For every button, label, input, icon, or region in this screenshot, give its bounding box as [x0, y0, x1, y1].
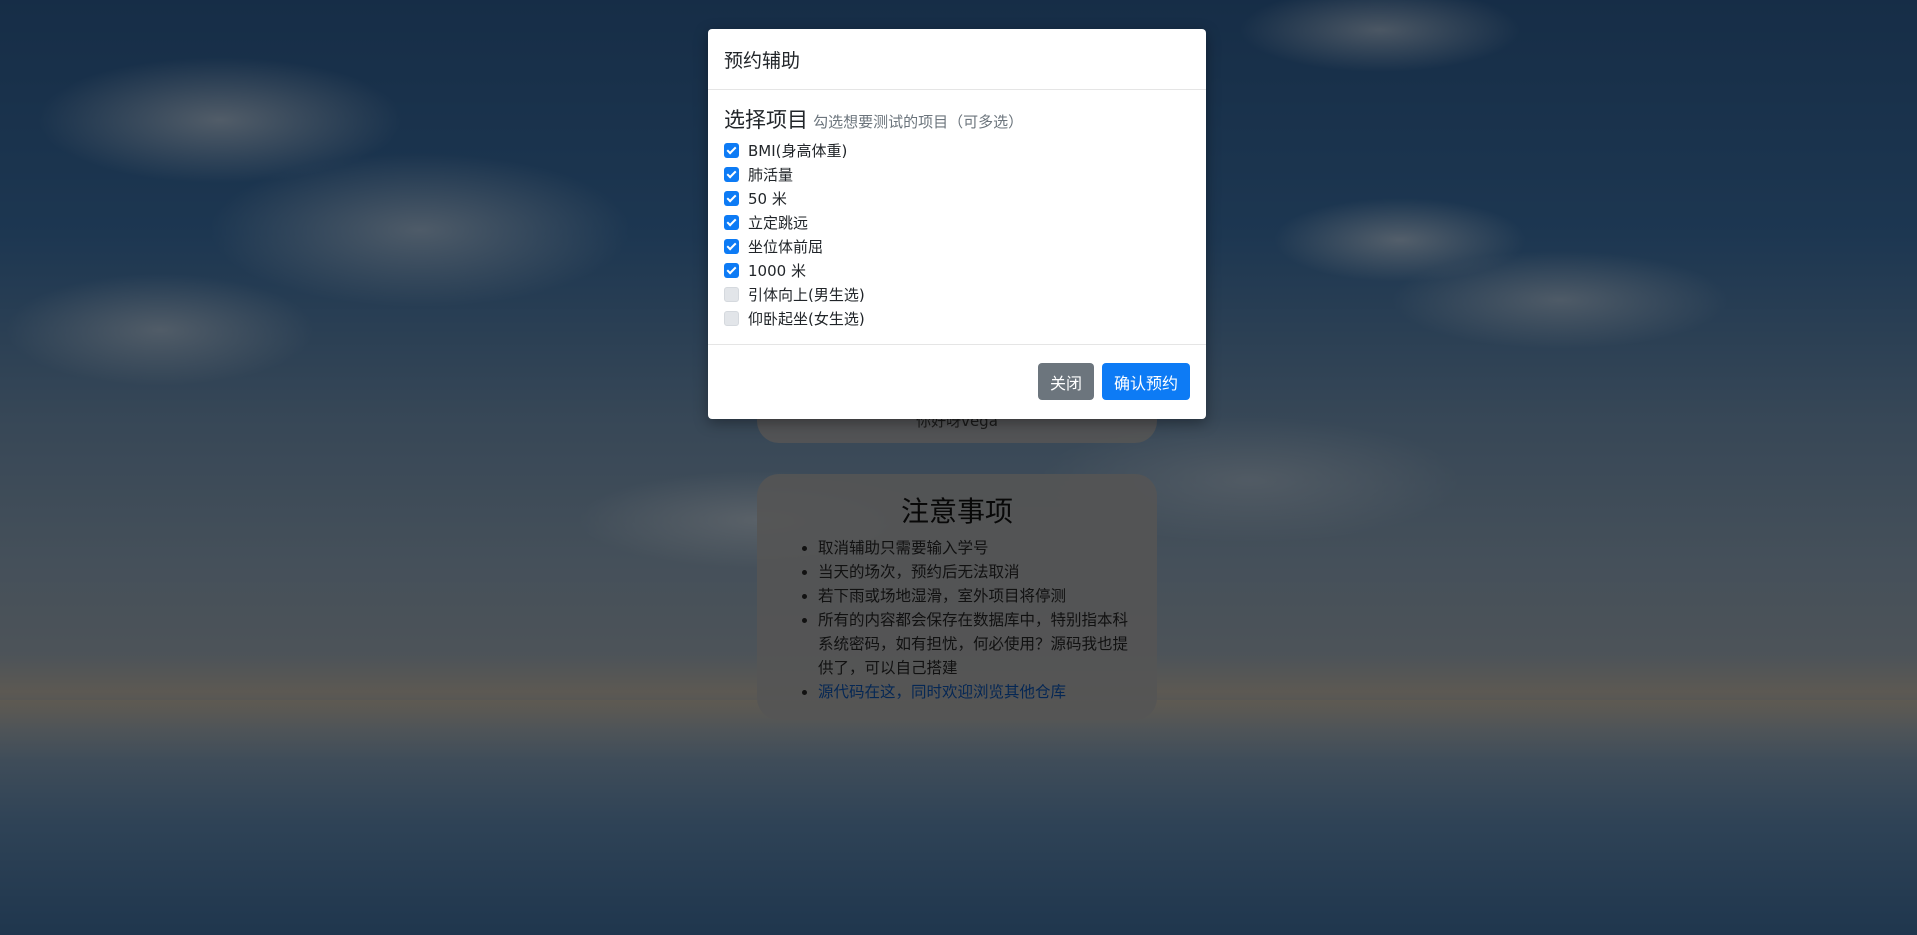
- option-label: BMI(身高体重): [748, 141, 848, 160]
- section-hint: 勾选想要测试的项目（可多选）: [813, 113, 1024, 131]
- option-checkbox-row[interactable]: 1000 米: [724, 258, 1190, 282]
- option-label: 坐位体前屈: [748, 237, 824, 256]
- option-checkbox-row[interactable]: BMI(身高体重): [724, 138, 1190, 162]
- option-label: 1000 米: [748, 261, 806, 280]
- checked-checkbox-icon[interactable]: [724, 214, 739, 230]
- option-checkbox-row[interactable]: 坐位体前屈: [724, 234, 1190, 258]
- option-label: 仰卧起坐(女生选): [748, 309, 865, 328]
- option-label: 肺活量: [748, 165, 794, 184]
- checked-checkbox-icon[interactable]: [724, 166, 739, 182]
- option-checkbox-row[interactable]: 50 米: [724, 186, 1190, 210]
- option-label: 引体向上(男生选): [748, 285, 865, 304]
- unchecked-checkbox-icon[interactable]: [724, 310, 739, 326]
- section-title: 选择项目: [724, 108, 808, 132]
- option-label: 立定跳远: [748, 213, 809, 232]
- modal-title: 预约辅助: [724, 49, 801, 72]
- checked-checkbox-icon[interactable]: [724, 262, 739, 278]
- modal-header: 预约辅助: [708, 29, 1206, 90]
- section-heading: 选择项目 勾选想要测试的项目（可多选）: [724, 104, 1190, 134]
- option-label: 50 米: [748, 189, 787, 208]
- confirm-reservation-button[interactable]: 确认预约: [1101, 363, 1190, 400]
- option-checkbox-row[interactable]: 立定跳远: [724, 210, 1190, 234]
- checked-checkbox-icon[interactable]: [724, 190, 739, 206]
- option-checkbox-row[interactable]: 引体向上(男生选): [724, 282, 1190, 306]
- close-button[interactable]: 关闭: [1037, 363, 1094, 400]
- modal-footer: 关闭 确认预约: [708, 345, 1206, 418]
- checked-checkbox-icon[interactable]: [724, 238, 739, 254]
- options-list: BMI(身高体重) 肺活量 50 米立定跳远坐位体前屈 1000 米引体向上(男生选)…: [724, 138, 1190, 330]
- unchecked-checkbox-icon[interactable]: [724, 286, 739, 302]
- option-checkbox-row[interactable]: 仰卧起坐(女生选): [724, 306, 1190, 330]
- checked-checkbox-icon[interactable]: [724, 142, 739, 158]
- modal-body: 选择项目 勾选想要测试的项目（可多选） BMI(身高体重) 肺活量 50 米立定跳远…: [708, 90, 1206, 345]
- option-checkbox-row[interactable]: 肺活量: [724, 162, 1190, 186]
- reservation-modal: 预约辅助 选择项目 勾选想要测试的项目（可多选） BMI(身高体重) 肺活量 50 …: [708, 29, 1206, 419]
